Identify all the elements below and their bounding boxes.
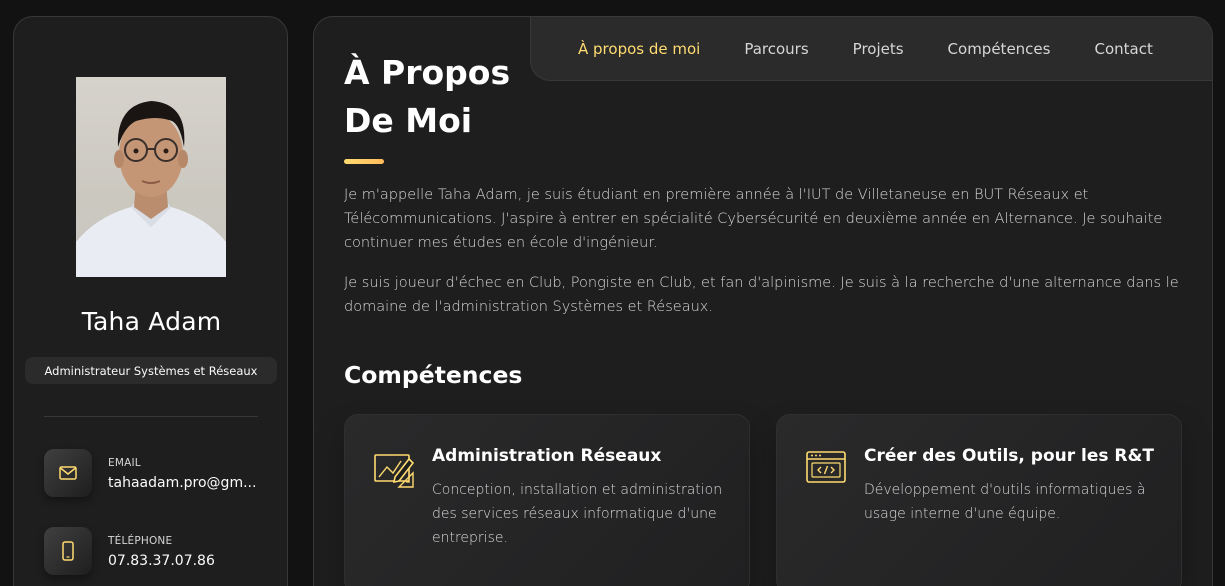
code-window-icon	[805, 447, 847, 489]
skill-description: Développement d'outils informatiques à u…	[864, 482, 1146, 522]
design-pencil-icon	[373, 447, 415, 489]
page-title-line1: À Propos	[344, 53, 511, 92]
title-underline	[344, 159, 384, 164]
sidebar-separator	[44, 416, 258, 417]
mail-icon	[44, 449, 92, 497]
nav-contact[interactable]: Contact	[1094, 40, 1152, 58]
skill-description: Conception, installation et administrati…	[432, 482, 723, 546]
main-content: À propos de moi Parcours Projets Compéte…	[313, 16, 1213, 586]
contact-phone-link[interactable]: 07.83.37.07.86	[108, 553, 215, 569]
skill-card-tools: Créer des Outils, pour les R&T Développe…	[776, 414, 1182, 586]
about-paragraph-1: Je m'appelle Taha Adam, je suis étudiant…	[344, 187, 1163, 251]
nav-about[interactable]: À propos de moi	[578, 40, 700, 58]
nav-competences[interactable]: Compétences	[948, 40, 1051, 58]
page-title: À Propos De Moi	[344, 49, 510, 145]
skill-title: Créer des Outils, pour les R&T	[864, 446, 1154, 466]
nav-parcours[interactable]: Parcours	[744, 40, 808, 58]
contact-email-link[interactable]: tahaadam.pro@gm...	[108, 475, 256, 491]
contact-email: Email tahaadam.pro@gm...	[44, 449, 274, 497]
contact-phone: Téléphone 07.83.37.07.86	[44, 527, 274, 575]
profile-photo	[76, 101, 226, 277]
top-navbar: À propos de moi Parcours Projets Compéte…	[530, 17, 1212, 81]
sidebar: Taha Adam Administrateur Systèmes et Rés…	[13, 16, 288, 586]
about-paragraph-2: Je suis joueur d'échec en Club, Pongiste…	[344, 275, 1179, 315]
skills-heading: Compétences	[344, 361, 523, 389]
skill-card-network-admin: Administration Réseaux Conception, insta…	[344, 414, 750, 586]
contact-phone-label: Téléphone	[108, 535, 173, 547]
profile-title-badge: Administrateur Systèmes et Réseaux	[25, 357, 277, 384]
page-title-line2: De Moi	[344, 101, 473, 140]
nav-projets[interactable]: Projets	[853, 40, 904, 58]
phone-icon	[44, 527, 92, 575]
avatar	[76, 77, 226, 277]
skill-title: Administration Réseaux	[432, 446, 662, 466]
profile-name: Taha Adam	[81, 307, 222, 336]
contact-email-label: Email	[108, 457, 141, 469]
